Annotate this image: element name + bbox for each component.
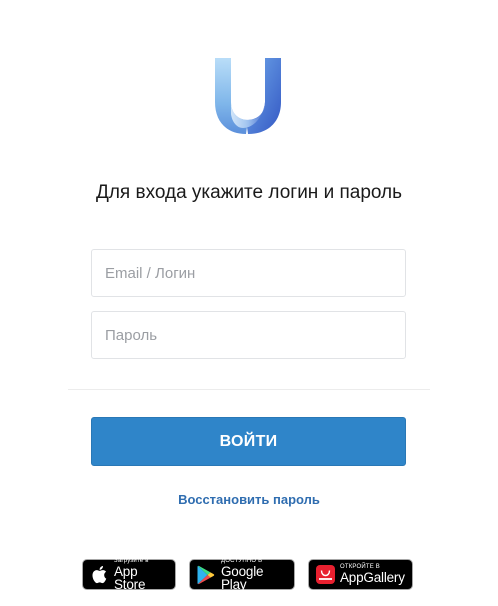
apple-icon (89, 564, 109, 586)
login-field[interactable] (91, 249, 406, 297)
google-play-badge[interactable]: ДОСТУПНО В Google Play (189, 557, 295, 592)
store-small-label: ДОСТУПНО В (221, 557, 263, 564)
restore-password-link[interactable]: Восстановить пароль (0, 492, 498, 507)
page-title: Для входа укажите логин и пароль (95, 182, 403, 203)
brand-logo (215, 58, 281, 134)
store-big-label: Google Play (221, 563, 264, 592)
google-play-icon (196, 564, 216, 586)
appgallery-badge[interactable]: ОТКРОЙТЕ В AppGallery (308, 559, 413, 590)
store-big-label: App Store (114, 563, 146, 592)
login-button[interactable]: ВОЙТИ (91, 417, 406, 466)
store-small-label: Загрузите в (114, 557, 149, 564)
password-field[interactable] (91, 311, 406, 359)
app-store-badge[interactable]: Загрузите в App Store (82, 557, 176, 592)
huawei-appgallery-icon (315, 564, 335, 586)
divider (68, 389, 430, 390)
store-big-label: AppGallery (340, 570, 405, 586)
